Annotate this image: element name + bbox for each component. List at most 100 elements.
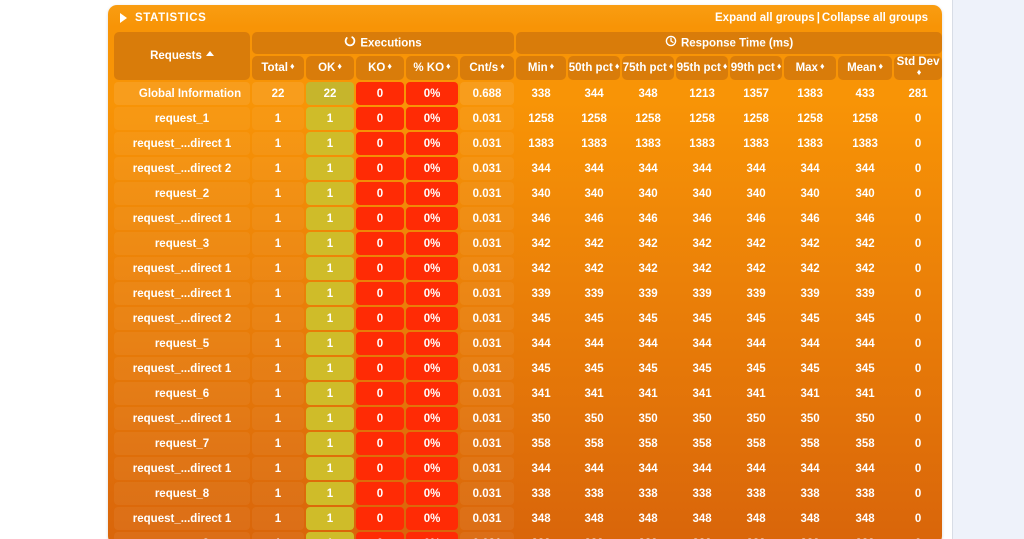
column-header-max[interactable]: Max ♦ [784,56,837,80]
cell-ok: 1 [306,482,354,505]
request-name-cell[interactable]: request_...direct 1 [114,357,250,380]
table-row[interactable]: request_8 1 1 0 0% 0.031 338 338 338 338 338 338 338… [114,482,942,505]
cell-std: 0 [914,337,922,350]
cell-p75: 345 [638,362,658,375]
cell-ko: 0 [356,307,404,330]
table-row[interactable]: request_...direct 1 1 1 0 0% 0.031 339 339 339 33… [114,282,942,305]
request-name-cell[interactable]: request_...direct 1 [114,207,250,230]
request-name-cell[interactable]: request_6 [114,382,250,405]
column-header-p99[interactable]: 99th pct ♦ [730,56,783,80]
cell-min: 344 [531,162,551,175]
table-row[interactable]: request_2 1 1 0 0% 0.031 340 340 340 340 340 340 340… [114,182,942,205]
table-row[interactable]: request_...direct 2 1 1 0 0% 0.031 345 345 345 34… [114,307,942,330]
table-row[interactable]: request_3 1 1 0 0% 0.031 342 342 342 342 342 342 342… [114,232,942,255]
cell-p99: 339 [730,532,782,539]
cell-ko: 0 [356,132,404,155]
request-name-cell[interactable]: Global Information [114,82,250,105]
cell-p75: 1258 [635,112,661,125]
cell-ok: 1 [306,507,354,530]
cell-total: 1 [252,282,304,305]
column-header-p95[interactable]: 95th pct ♦ [676,56,729,80]
column-header-requests[interactable]: Requests [114,32,250,80]
column-header-total[interactable]: Total ♦ [252,56,304,80]
cell-p50: 346 [584,212,604,225]
cell-min: 339 [516,532,566,539]
column-header-ko-label: KO [368,62,386,74]
table-row[interactable]: request_...direct 1 1 1 0 0% 0.031 345 345 345 34… [114,357,942,380]
request-name-cell[interactable]: request_2 [114,182,250,205]
request-name-cell[interactable]: request_...direct 2 [114,157,250,180]
cell-cnts: 0.031 [460,257,515,280]
table-row[interactable]: request_6 1 1 0 0% 0.031 341 341 341 341 341 341 341… [114,382,942,405]
column-header-min[interactable]: Min ♦ [516,56,567,80]
cell-ko: 0 [356,107,404,130]
table-row[interactable]: request_...direct 1 1 1 0 0% 0.031 348 348 348 34… [114,507,942,530]
request-name-cell[interactable]: request_7 [114,432,250,455]
request-name-cell[interactable]: request_5 [114,332,250,355]
cell-ko: 0 [356,282,404,305]
table-row[interactable]: request_1 1 1 0 0% 0.031 1258 1258 1258 1258 1258 1… [114,107,942,130]
request-name-cell[interactable]: request_8 [114,482,250,505]
request-name-cell[interactable]: request_...direct 1 [114,282,250,305]
cell-total: 1 [252,132,304,155]
cell-mean: 344 [855,337,875,350]
table-row[interactable]: request_7 1 1 0 0% 0.031 358 358 358 358 358 358 358… [114,432,942,455]
table-row[interactable]: request_...direct 1 1 1 0 0% 0.031 346 346 346 34… [114,207,942,230]
cell-max: 338 [800,487,820,500]
cell-min: 338 [531,87,551,100]
table-row[interactable]: request_...direct 2 1 1 0 0% 0.031 344 344 344 34… [114,157,942,180]
table-row[interactable]: request_...direct 1 1 1 0 0% 0.031 344 344 344 34… [114,457,942,480]
cell-p99: 346 [746,212,766,225]
cell-p75: 344 [638,337,658,350]
sort-both-icon: ♦ [446,61,451,72]
cell-ko: 0 [356,157,404,180]
column-header-p75[interactable]: 75th pct ♦ [622,56,675,80]
table-row[interactable]: request_5 1 1 0 0% 0.031 344 344 344 344 344 344 344… [114,332,942,355]
table-row[interactable]: request_...direct 1 1 1 0 0% 0.031 350 350 350 35… [114,407,942,430]
cell-max: 342 [800,262,820,275]
group-header-executions-label: Executions [360,37,422,50]
cell-ok: 1 [306,207,354,230]
cell-p75: 350 [638,412,658,425]
request-name-cell[interactable]: request_...direct 2 [114,307,250,330]
cell-p50: 358 [584,437,604,450]
sort-both-icon: ♦ [387,61,392,72]
cell-p75: 339 [622,532,674,539]
request-name-cell[interactable]: request_1 [114,107,250,130]
column-header-ok[interactable]: OK ♦ [306,56,354,80]
cell-total: 1 [252,457,304,480]
column-header-std-dev[interactable]: Std Dev♦ [894,56,942,80]
cell-min: 344 [531,337,551,350]
cell-total: 1 [252,107,304,130]
table-row-global[interactable]: Global Information 22 22 0 0% 0.688 338 344 348 1… [114,82,942,105]
cell-max: 344 [800,462,820,475]
cell-min: 1258 [528,112,554,125]
cell-p99: 342 [746,237,766,250]
request-name-cell[interactable]: request_...direct 1 [114,507,250,530]
request-name-cell[interactable]: request_3 [114,232,250,255]
request-name-cell[interactable]: request_9 [114,532,250,539]
cell-p75: 341 [638,387,658,400]
group-header-executions: Executions [252,32,515,54]
collapse-all-groups-link[interactable]: Collapse all groups [822,12,928,24]
cell-p50: 1258 [581,112,607,125]
triangle-right-icon[interactable] [120,12,127,23]
table-row[interactable]: request_...direct 1 1 1 0 0% 0.031 342 342 342 34… [114,257,942,280]
request-name-cell[interactable]: request_...direct 1 [114,132,250,155]
request-name-cell[interactable]: request_...direct 1 [114,457,250,480]
table-row[interactable]: request_91100%0.031339339339339339339339… [114,532,942,539]
column-header-pct-ko[interactable]: % KO ♦ [406,56,458,80]
column-header-p50[interactable]: 50th pct ♦ [568,56,621,80]
request-name-cell[interactable]: request_...direct 1 [114,257,250,280]
cell-p75: 339 [638,287,658,300]
table-row[interactable]: request_...direct 1 1 1 0 0% 0.031 1383 1383 138… [114,132,942,155]
cell-total: 1 [252,432,304,455]
expand-all-groups-link[interactable]: Expand all groups [715,12,815,24]
column-header-pct-ko-label: % KO [413,62,445,74]
column-header-ko[interactable]: KO ♦ [356,56,404,80]
column-header-mean[interactable]: Mean ♦ [838,56,893,80]
column-header-cnt-s[interactable]: Cnt/s ♦ [460,56,515,80]
statistics-table-scroll[interactable]: Requests Executions Response Time (ms) T… [108,30,942,539]
cell-p95: 341 [692,387,712,400]
request-name-cell[interactable]: request_...direct 1 [114,407,250,430]
